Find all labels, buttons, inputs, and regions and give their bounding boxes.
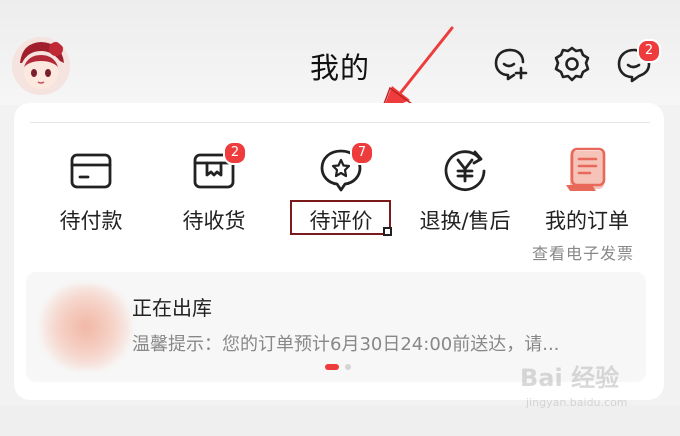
- highlight-handle: [383, 227, 392, 236]
- product-thumbnail: [40, 284, 132, 370]
- order-item-label: 待付款: [59, 209, 123, 233]
- gear-icon[interactable]: [552, 44, 592, 84]
- order-badge: 7: [350, 141, 374, 165]
- carousel-dot-active: [325, 364, 339, 370]
- wallet-card-icon: [66, 145, 116, 195]
- status-title: 正在出库: [132, 296, 212, 320]
- watermark: Bai 经验 jingyan.baidu.com: [520, 358, 670, 414]
- highlight-box: [290, 200, 391, 235]
- order-item-label: 待收货: [182, 209, 246, 233]
- invoice-link[interactable]: 查看电子发票: [532, 240, 634, 264]
- watermark-text: Bai 经验: [520, 364, 620, 392]
- add-person-icon[interactable]: [490, 44, 530, 84]
- carousel-dot: [345, 364, 351, 370]
- order-item-pending-receipt[interactable]: 待收货 2: [151, 141, 271, 245]
- yen-refresh-icon: [440, 145, 490, 195]
- order-item-label: 退换/售后: [419, 209, 511, 233]
- order-badge: 2: [223, 141, 247, 165]
- order-list-icon: [562, 145, 612, 195]
- order-item-label: 我的订单: [545, 209, 629, 233]
- divider: [30, 122, 650, 123]
- order-item-my-orders[interactable]: 我的订单: [524, 145, 644, 245]
- message-badge: 2: [637, 39, 661, 63]
- order-item-pending-payment[interactable]: 待付款: [28, 145, 148, 245]
- status-description: 温馨提示：您的订单预计6月30日24:00前送达，请...: [132, 334, 560, 355]
- watermark-sub: jingyan.baidu.com: [526, 396, 628, 409]
- order-item-returns[interactable]: 退换/售后: [402, 145, 522, 245]
